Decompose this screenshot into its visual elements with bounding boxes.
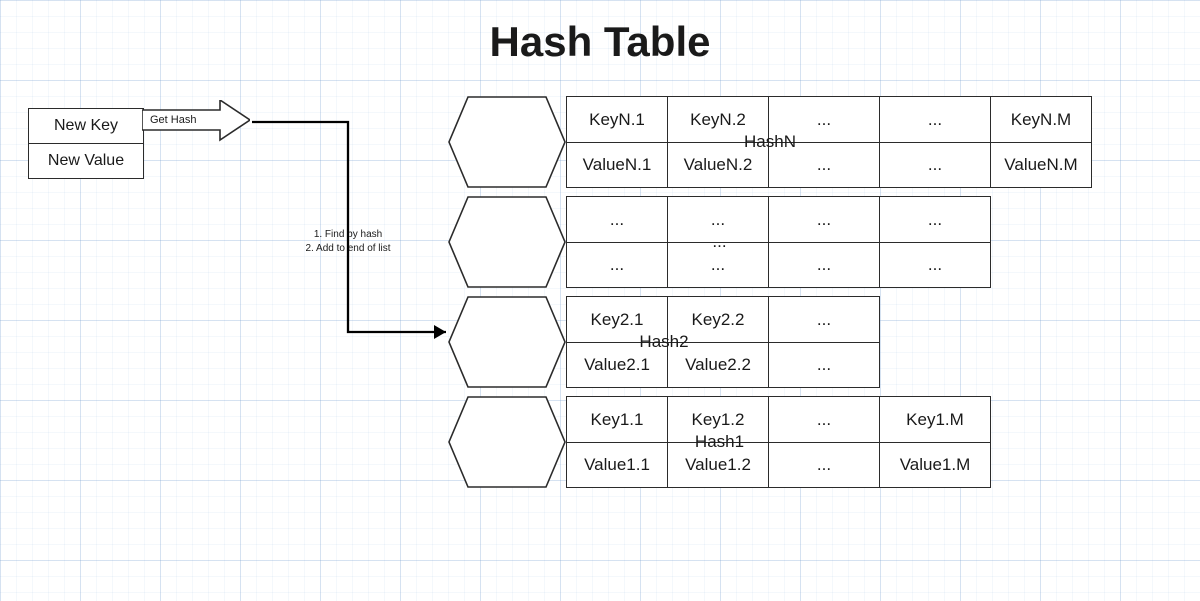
bucket-hashN: HashN [448,96,566,188]
bucket-row-ellipsis: ... ...... ...... ...... ...... [448,196,991,288]
get-hash-label: Get Hash [150,114,196,126]
bucket-hash1: Hash1 [448,396,566,488]
bucket-hash1-label: Hash1 [466,396,973,488]
bucket-ellipsis: ... [448,196,566,288]
new-key-cell: New Key [29,109,143,143]
bucket-row-N: HashN KeyN.1ValueN.1 KeyN.2ValueN.2 ....… [448,96,1092,188]
bucket-row-2: Hash2 Key2.1Value2.1 Key2.2Value2.2 ....… [448,296,880,388]
get-hash-arrow: Get Hash [142,100,250,144]
new-value-cell: New Value [29,143,143,178]
new-entry-box: New Key New Value [28,108,144,179]
bucket-row-1: Hash1 Key1.1Value1.1 Key1.2Value1.2 ....… [448,396,991,488]
diagram-title: Hash Table [0,18,1200,66]
bucket-ellipsis-label: ... [466,196,973,288]
bucket-hashN-label: HashN [466,96,1074,188]
bucket-hash2: Hash2 [448,296,566,388]
bucket-hash2-label: Hash2 [466,296,862,388]
connector-arrow [250,120,460,340]
